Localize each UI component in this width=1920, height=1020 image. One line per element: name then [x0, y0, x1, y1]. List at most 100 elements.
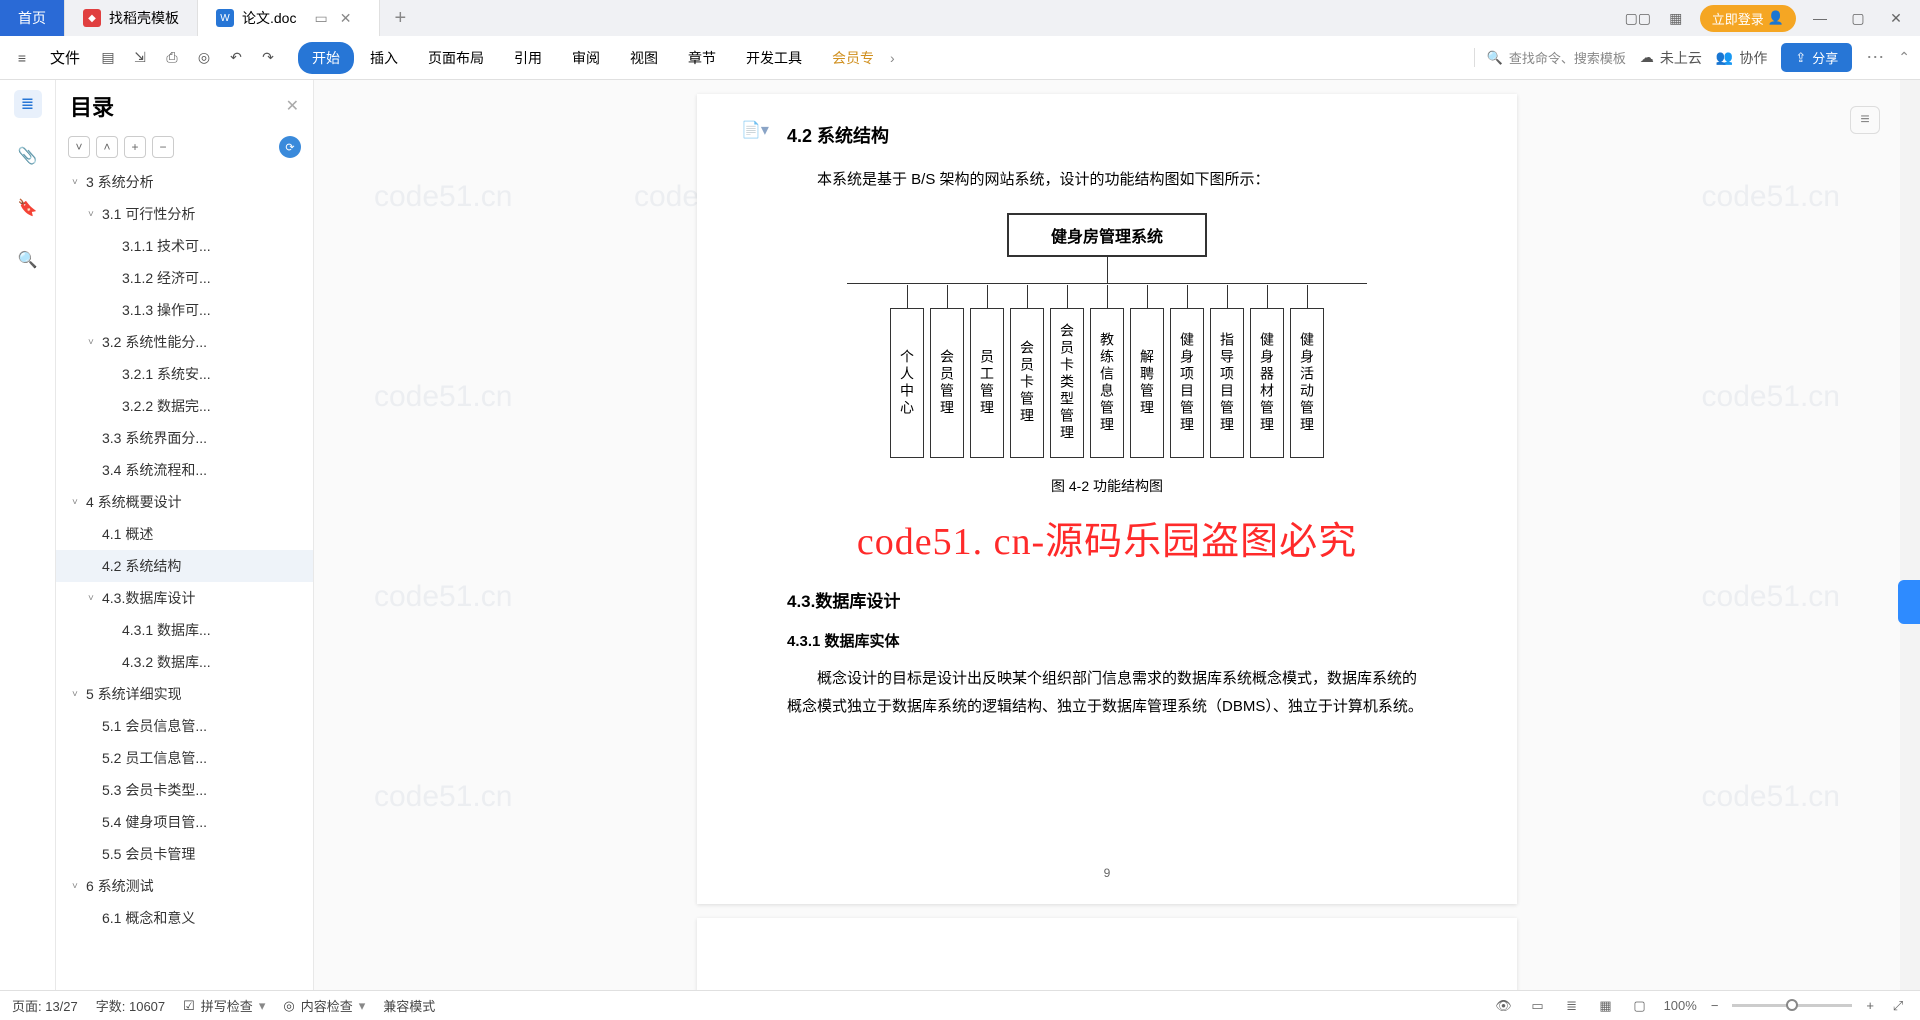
save-icon[interactable]: ▤ — [96, 46, 120, 70]
ribbon-tab-reference[interactable]: 引用 — [500, 42, 556, 74]
file-menu[interactable]: 文件 — [42, 47, 88, 68]
spellcheck-toggle[interactable]: ☑ 拼写检查▾ — [183, 996, 265, 1015]
view-read-icon[interactable]: ▢ — [1630, 996, 1650, 1016]
redo-icon[interactable]: ↷ — [256, 46, 280, 70]
scrollbar[interactable] — [1900, 80, 1920, 990]
status-page[interactable]: 页面: 13/27 — [12, 996, 78, 1015]
outline-expand-all[interactable]: ˄ — [96, 136, 118, 158]
ribbon-tab-insert[interactable]: 插入 — [356, 42, 412, 74]
fit-width-icon[interactable]: ⤢ — [1888, 996, 1908, 1016]
menu-icon[interactable]: ≡ — [10, 46, 34, 70]
ribbon-tab-vip[interactable]: 会员专 — [818, 42, 888, 74]
outline-add[interactable]: + — [124, 136, 146, 158]
bg-watermark: code51.cn — [1702, 380, 1840, 414]
content-check-toggle[interactable]: ◎ 内容检查▾ — [283, 996, 365, 1015]
outline-item[interactable]: 4.2 系统结构 — [56, 550, 313, 582]
outline-item[interactable]: 3.1.1 技术可... — [56, 230, 313, 262]
share-button[interactable]: ⇪ 分享 — [1781, 43, 1852, 72]
outline-item[interactable]: ˅3.1 可行性分析 — [56, 198, 313, 230]
ribbon-tab-view[interactable]: 视图 — [616, 42, 672, 74]
outline-item[interactable]: 3.3 系统界面分... — [56, 422, 313, 454]
outline-item[interactable]: 5.3 会员卡类型... — [56, 774, 313, 806]
outline-item[interactable]: 3.1.3 操作可... — [56, 294, 313, 326]
outline-item[interactable]: ˅3 系统分析 — [56, 166, 313, 198]
window-minimize-icon[interactable]: — — [1806, 4, 1834, 32]
view-page-icon[interactable]: ▭ — [1528, 996, 1548, 1016]
outline-item[interactable]: 3.2.1 系统安... — [56, 358, 313, 390]
preview-icon[interactable]: ◎ — [192, 46, 216, 70]
outline-item-label: 6.1 概念和意义 — [102, 908, 195, 928]
ribbon-tab-devtools[interactable]: 开发工具 — [732, 42, 816, 74]
undo-icon[interactable]: ↶ — [224, 46, 248, 70]
document-viewport[interactable]: code51.cn code51.cn code51.cn code51.cn … — [314, 80, 1900, 990]
login-button[interactable]: 立即登录 👤 — [1700, 5, 1796, 32]
outline-item[interactable]: 5.1 会员信息管... — [56, 710, 313, 742]
ribbon-tab-review[interactable]: 审阅 — [558, 42, 614, 74]
command-search[interactable]: 🔍 查找命令、搜索模板 — [1474, 48, 1626, 67]
outline-item[interactable]: 6.1 概念和意义 — [56, 902, 313, 934]
compat-mode[interactable]: 兼容模式 — [383, 996, 435, 1015]
zoom-label[interactable]: 100% — [1664, 998, 1697, 1013]
outline-item[interactable]: 3.1.2 经济可... — [56, 262, 313, 294]
cloud-status[interactable]: ☁ 未上云 — [1640, 48, 1702, 68]
outline-item[interactable]: 4.3.1 数据库... — [56, 614, 313, 646]
diagram-node: 个人中心 — [890, 308, 924, 458]
zoom-in-icon[interactable]: + — [1866, 998, 1874, 1013]
ribbon-tab-section[interactable]: 章节 — [674, 42, 730, 74]
attachment-icon[interactable]: 📎 — [14, 142, 42, 170]
outline-collapse-all[interactable]: ˅ — [68, 136, 90, 158]
search-rail-icon[interactable]: 🔍 — [14, 246, 42, 274]
outline-item[interactable]: ˅6 系统测试 — [56, 870, 313, 902]
tab-document[interactable]: W 论文.doc ▭ ✕ — [198, 0, 380, 36]
print-icon[interactable]: ⎙ — [160, 46, 184, 70]
ribbon-tab-start[interactable]: 开始 — [298, 42, 354, 74]
tab-template[interactable]: ◆ 找稻壳模板 — [65, 0, 198, 36]
status-wordcount[interactable]: 字数: 10607 — [96, 996, 165, 1015]
ribbon-scroll-right-icon[interactable]: › — [890, 50, 895, 66]
outline-item[interactable]: 3.4 系统流程和... — [56, 454, 313, 486]
page-options-icon[interactable]: 📄▾ — [741, 120, 769, 140]
outline-item[interactable]: 5.4 健身项目管... — [56, 806, 313, 838]
bookmark-icon[interactable]: 🔖 — [14, 194, 42, 222]
collaborate-button[interactable]: 👥 协作 — [1716, 48, 1767, 68]
export-icon[interactable]: ⇲ — [128, 46, 152, 70]
zoom-out-icon[interactable]: − — [1711, 998, 1719, 1013]
ribbon-collapse-icon[interactable]: ⌃ — [1898, 49, 1910, 66]
toolbox-handle[interactable]: ≡ — [1850, 106, 1880, 134]
window-maximize-icon[interactable]: ▢ — [1844, 4, 1872, 32]
new-tab-button[interactable]: + — [380, 0, 420, 36]
bg-watermark: code51.cn — [374, 380, 512, 414]
outline-item[interactable]: 5.2 员工信息管... — [56, 742, 313, 774]
outline-item[interactable]: ˅3.2 系统性能分... — [56, 326, 313, 358]
layout-icon[interactable]: ▢▢ — [1624, 4, 1652, 32]
view-web-icon[interactable]: ▦ — [1596, 996, 1616, 1016]
apps-icon[interactable]: ▦ — [1662, 4, 1690, 32]
outline-nav-icon[interactable]: ≣ — [14, 90, 42, 118]
ribbon-more-icon[interactable]: ⋯ — [1866, 47, 1884, 68]
outline-item[interactable]: 4.1 概述 — [56, 518, 313, 550]
ribbon-tab-layout[interactable]: 页面布局 — [414, 42, 498, 74]
window-close-icon[interactable]: ✕ — [1882, 4, 1910, 32]
outline-remove[interactable]: − — [152, 136, 174, 158]
zoom-slider[interactable] — [1732, 1004, 1852, 1007]
tab-home[interactable]: 首页 — [0, 0, 65, 36]
left-rail: ≣ 📎 🔖 🔍 — [0, 80, 56, 990]
window-mode-icon[interactable]: ▭ — [314, 10, 327, 27]
outline-item[interactable]: ˅5 系统详细实现 — [56, 678, 313, 710]
outline-sync-icon[interactable]: ⟳ — [279, 136, 301, 158]
outline-item[interactable]: ˅4 系统概要设计 — [56, 486, 313, 518]
chevron-down-icon: ˅ — [88, 593, 102, 604]
outline-item[interactable]: 3.2.2 数据完... — [56, 390, 313, 422]
chevron-down-icon: ˅ — [88, 337, 102, 348]
reading-mode-icon[interactable]: 👁 — [1494, 996, 1514, 1016]
outline-close-icon[interactable]: ✕ — [286, 96, 299, 116]
outline-item[interactable]: 5.5 会员卡管理 — [56, 838, 313, 870]
outline-item[interactable]: 4.3.2 数据库... — [56, 646, 313, 678]
side-feedback-tab[interactable] — [1898, 580, 1920, 624]
outline-item[interactable]: ˅4.3.数据库设计 — [56, 582, 313, 614]
bg-watermark: code51.cn — [1702, 580, 1840, 614]
figure-caption: 图 4-2 功能结构图 — [787, 476, 1427, 496]
view-outline-icon[interactable]: ≣ — [1562, 996, 1582, 1016]
outline-item-label: 5.2 员工信息管... — [102, 748, 207, 768]
tab-close-icon[interactable]: ✕ — [340, 10, 352, 27]
